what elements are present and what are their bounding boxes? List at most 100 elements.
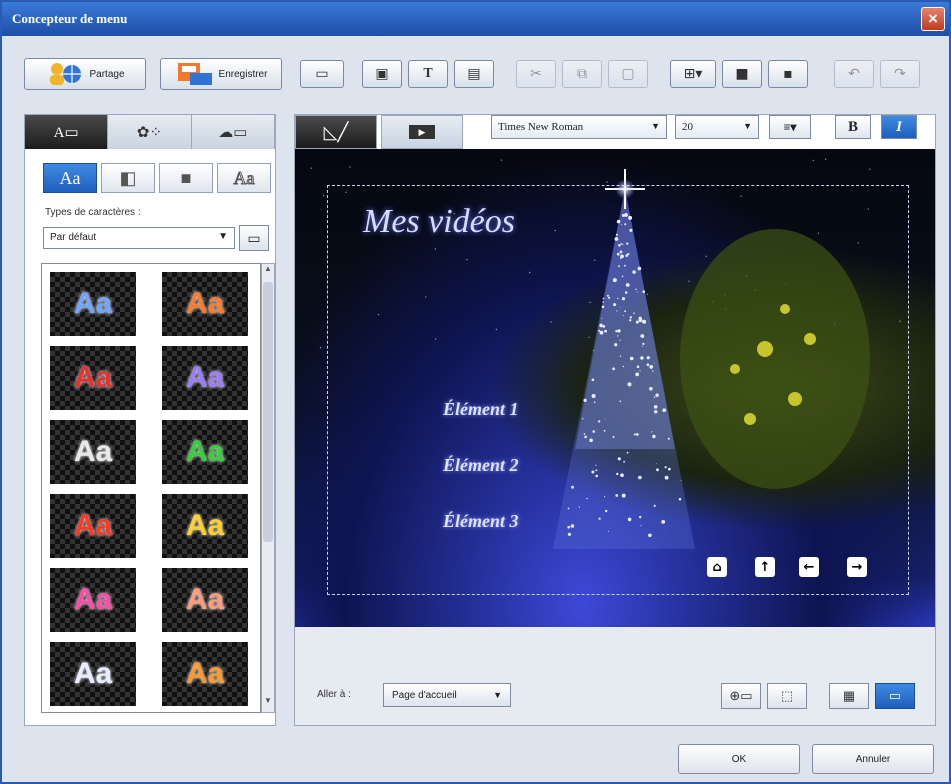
paste-icon: ▢ [621,66,634,82]
font-types-label: Types de caractères : [45,207,141,218]
undo-button[interactable]: ↶ [834,60,874,88]
paste-button[interactable]: ▢ [608,60,648,88]
grid-view-button[interactable]: ▦ [829,683,869,709]
menu-title-text[interactable]: Mes vidéos [363,203,515,241]
text-tab-icon: A▭ [54,123,79,142]
redo-button[interactable]: ↷ [880,60,920,88]
tab-edit[interactable]: ◺╱ [295,115,377,149]
left-panel: A▭ ✿⁘ ☁▭ Aa ◧ ■ Aa Types de caractères :… [24,114,276,726]
text-style-thumbnail[interactable]: Aa [50,568,136,632]
scroll-up-icon[interactable]: ▲ [262,264,274,280]
thumbnail-sample-text: Aa [186,287,224,321]
ok-button[interactable]: OK [678,744,800,774]
frames-tab-icon: ☁▭ [218,123,247,141]
text-style-thumbnail[interactable]: Aa [50,420,136,484]
font-types-options-button[interactable]: ▭ [239,225,269,251]
close-icon: × [928,9,938,28]
goto-select[interactable]: Page d'accueil ▼ [383,683,511,707]
share-label: Partage [89,69,124,80]
options-icon: ▭ [247,230,260,247]
add-page-button[interactable]: ⊕▭ [721,683,761,709]
save-button[interactable]: Enregistrer [160,58,282,90]
font-size-value: 20 [682,121,693,133]
tab-effects[interactable]: ✿⁘ [108,115,191,149]
copy-button[interactable]: ⧉ [562,60,602,88]
arrow-right-icon[interactable]: → [847,557,867,577]
layout-button[interactable]: ⊞▾ [670,60,716,88]
style-shadow[interactable]: ◧ [101,163,155,193]
toolbar: Partage Enregistrer ▭ ▣ T ▤ ✂ ⧉ ▢ ⊞▾ ■ ▪… [2,36,949,106]
share-button[interactable]: Partage [24,58,146,90]
share-icon [45,59,85,89]
bold-button[interactable]: B [835,115,871,139]
send-back-button[interactable]: ▪ [768,60,808,88]
add-image-button[interactable]: ▣ [362,60,402,88]
add-text-button[interactable]: T [408,60,448,88]
font-family-select[interactable]: Times New Roman ▼ [491,115,667,139]
menu-item-3[interactable]: Élément 3 [443,511,519,532]
cut-icon: ✂ [530,66,542,82]
text-style-thumbnail[interactable]: Aa [162,346,248,410]
text-style-thumbnail[interactable]: Aa [162,494,248,558]
text-style-thumbnail[interactable]: Aa [50,346,136,410]
scroll-down-icon[interactable]: ▼ [262,696,274,712]
bring-front-button[interactable]: ■ [722,60,762,88]
home-icon[interactable]: ⌂ [707,557,727,577]
save-icon [175,59,215,89]
text-style-selector: Aa ◧ ■ Aa [43,163,271,193]
align-button[interactable]: ≡▾ [769,115,811,139]
layout-icon: ⊞▾ [684,66,703,82]
tab-preview[interactable]: ▶ [381,115,463,149]
italic-button[interactable]: I [881,115,917,139]
thumbnail-sample-text: Aa [74,361,112,395]
title-bar: Concepteur de menu × [2,2,949,36]
tab-frames[interactable]: ☁▭ [192,115,275,149]
fill-icon: ■ [181,168,192,189]
menu-item-1[interactable]: Élément 1 [443,399,519,420]
cancel-button[interactable]: Annuler [812,744,934,774]
thumbnail-sample-text: Aa [74,509,112,543]
text-style-thumbnail[interactable]: Aa [162,642,248,706]
edit-tab-icon: ◺╱ [324,122,349,143]
arrow-left-icon[interactable]: ← [799,557,819,577]
ok-label: OK [732,754,746,765]
style-outline[interactable]: Aa [217,163,271,193]
single-view-icon: ▭ [889,688,901,704]
properties-button[interactable]: ▭ [300,60,344,88]
properties-icon: ▭ [315,66,328,82]
preview-bottom-bar: Aller à : Page d'accueil ▼ ⊕▭ ⬚ ▦ ▭ [295,627,935,725]
text-style-thumbnail[interactable]: Aa [162,568,248,632]
arrow-up-icon[interactable]: ↑ [755,557,775,577]
thumbnail-sample-text: Aa [186,509,224,543]
window-title: Concepteur de menu [12,11,127,27]
menu-item-2[interactable]: Élément 2 [443,455,519,476]
close-button[interactable]: × [921,7,945,31]
menu-preview-canvas[interactable]: Mes vidéos Élément 1 Élément 2 Élément 3… [295,149,935,627]
italic-label: I [896,119,902,136]
cut-button[interactable]: ✂ [516,60,556,88]
safe-area-toggle[interactable]: ⬚ [767,683,807,709]
menu-designer-window: Concepteur de menu × Partage Enregistrer… [0,0,951,784]
tab-text[interactable]: A▭ [25,115,108,149]
thumbnail-sample-text: Aa [74,287,112,321]
text-style-thumbnail[interactable]: Aa [50,494,136,558]
text-style-thumbnail[interactable]: Aa [50,272,136,336]
goto-label: Aller à : [317,689,351,700]
chevron-down-icon: ▼ [651,121,660,131]
scroll-thumb[interactable] [263,282,273,542]
font-types-select[interactable]: Par défaut ▼ [43,227,235,249]
font-types-value: Par défaut [50,232,96,243]
text-style-thumbnail[interactable]: Aa [50,642,136,706]
bring-front-icon: ■ [735,66,748,82]
text-style-thumbnail[interactable]: Aa [162,272,248,336]
style-fill[interactable]: ■ [159,163,213,193]
gallery-scrollbar[interactable]: ▲ ▼ [261,263,275,713]
font-size-select[interactable]: 20 ▼ [675,115,759,139]
cancel-label: Annuler [856,754,890,765]
text-style-thumbnail[interactable]: Aa [162,420,248,484]
single-view-button[interactable]: ▭ [875,683,915,709]
play-icon: ▶ [409,125,435,139]
style-plain[interactable]: Aa [43,163,97,193]
save-label: Enregistrer [219,69,268,80]
add-video-button[interactable]: ▤ [454,60,494,88]
